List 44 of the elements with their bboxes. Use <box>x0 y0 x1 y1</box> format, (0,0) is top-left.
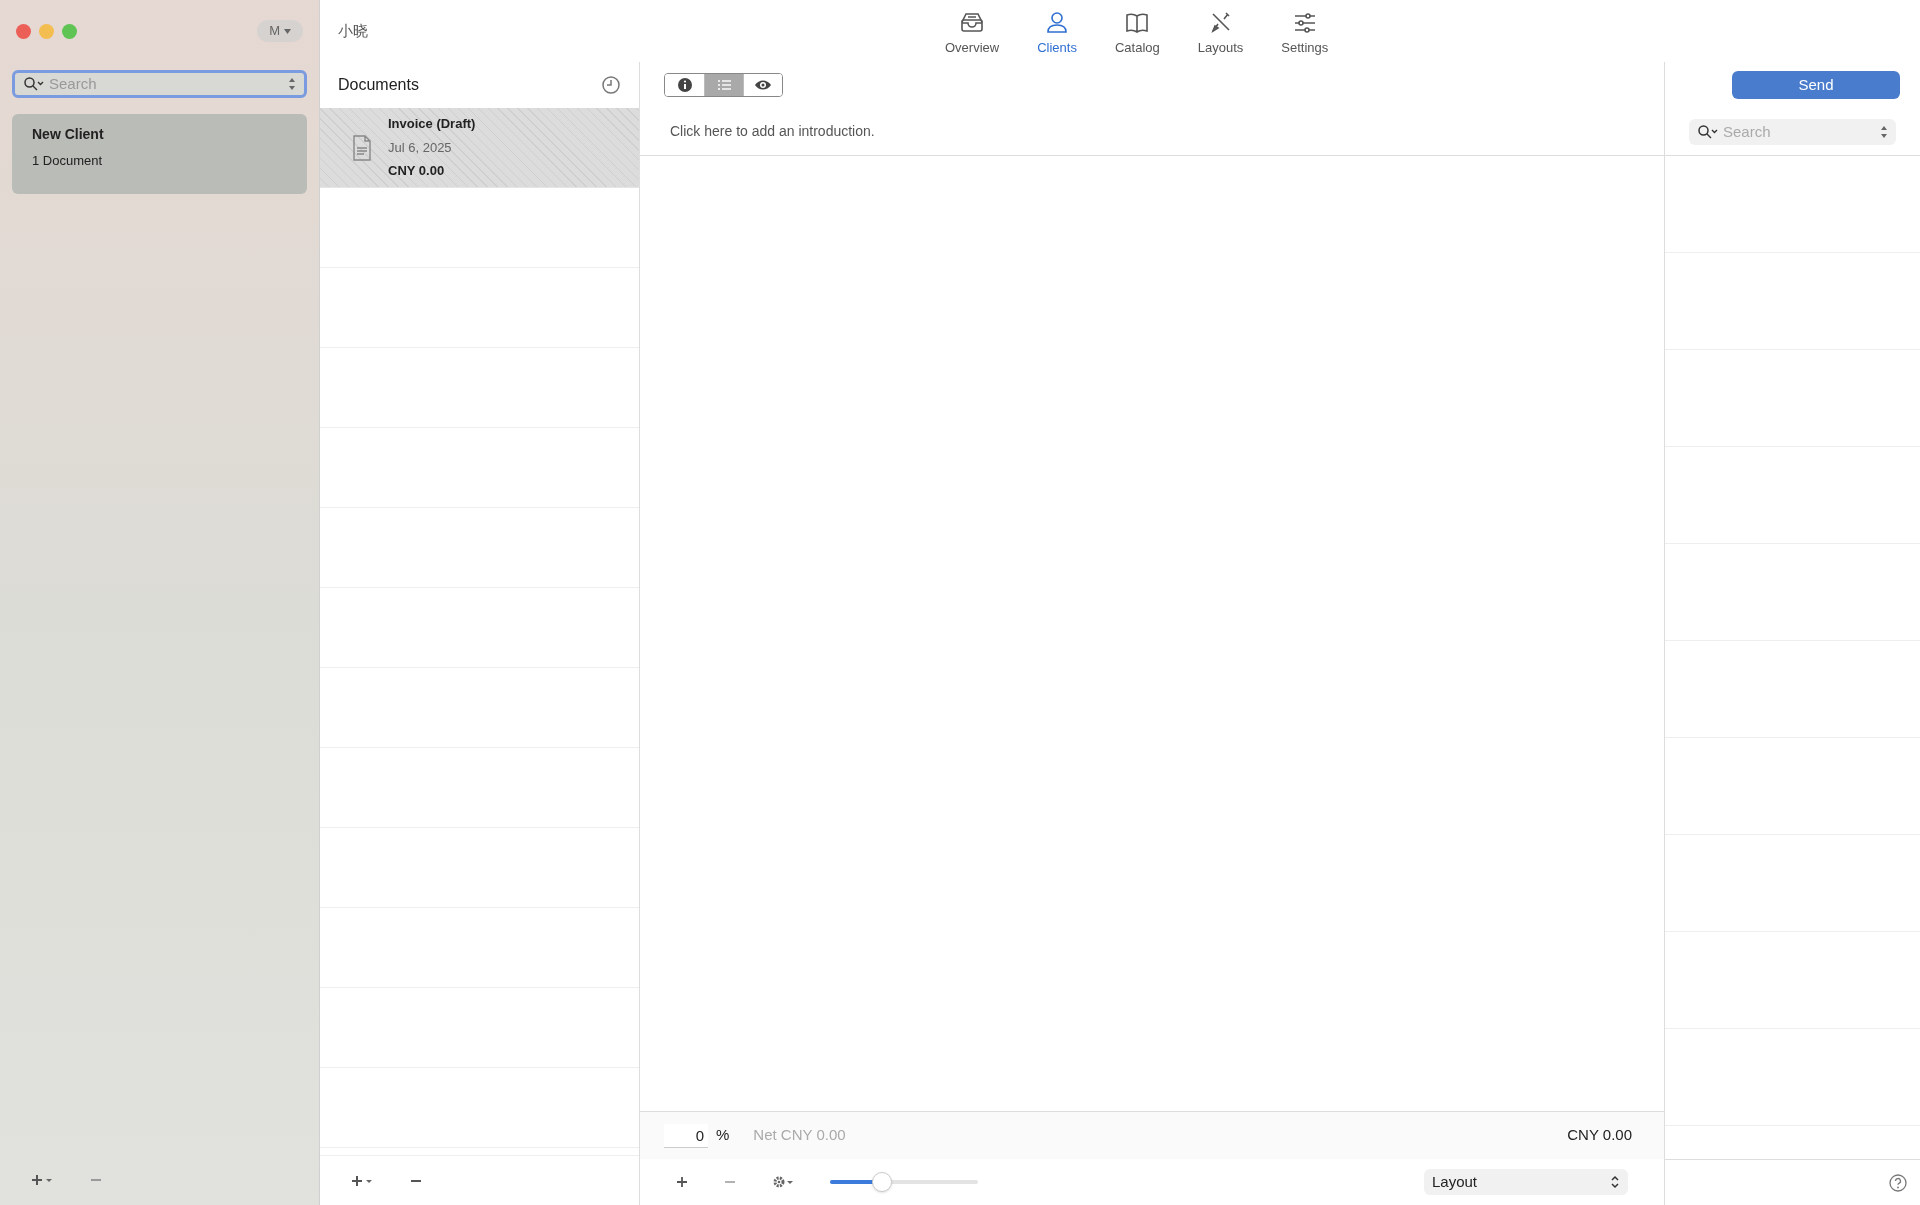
toolbar-tab[interactable]: Catalog <box>1106 10 1168 58</box>
introduction-placeholder[interactable]: Click here to add an introduction. <box>670 121 875 142</box>
client-item[interactable]: New Client 1 Document <box>12 114 307 194</box>
document-amount: CNY 0.00 <box>388 162 446 181</box>
book-icon <box>1124 10 1151 36</box>
document-row[interactable]: Invoice (Draft) Jul 6, 2025 CNY 0.00 <box>320 108 639 188</box>
help-icon[interactable] <box>1888 1172 1908 1193</box>
search-icon <box>23 76 45 92</box>
documents-heading: Documents <box>338 75 419 95</box>
layout-select[interactable]: Layout <box>1424 1169 1628 1195</box>
updown-chevron-icon <box>1610 1175 1620 1189</box>
window-title: 小晓 <box>338 21 368 42</box>
grand-total: CNY 0.00 <box>1567 1125 1633 1146</box>
add-menu-icon[interactable] <box>352 1174 374 1187</box>
list-icon <box>715 77 733 93</box>
catalog-search-field[interactable]: Search <box>1689 119 1896 145</box>
search-input[interactable]: Search <box>49 72 284 96</box>
document-date: Jul 6, 2025 <box>388 138 453 157</box>
toolbar-tab[interactable]: Layouts <box>1189 10 1252 58</box>
slider-thumb[interactable] <box>871 1172 892 1192</box>
document-title: Invoice (Draft) <box>388 115 476 134</box>
search-field[interactable]: Search <box>12 70 307 98</box>
toolbar-tab[interactable]: Settings <box>1273 10 1337 58</box>
clock-icon[interactable] <box>601 75 621 95</box>
account-menu-button[interactable]: M <box>257 20 303 42</box>
caret-icon <box>284 28 291 34</box>
add-icon[interactable] <box>676 1176 688 1188</box>
document-icon <box>352 134 372 161</box>
view-mode-tab[interactable] <box>743 74 782 96</box>
info-icon <box>675 77 694 93</box>
send-button[interactable]: Send <box>1732 71 1900 99</box>
stepper-icon <box>1880 125 1888 139</box>
search-icon <box>1697 124 1719 140</box>
search-input[interactable]: Search <box>1723 120 1876 144</box>
toolbar-tab[interactable]: Clients <box>1029 10 1085 58</box>
toolbar-tab[interactable]: Overview <box>937 10 1008 58</box>
zoom-slider[interactable] <box>830 1172 978 1192</box>
close-window-button[interactable] <box>16 23 31 39</box>
stepper-icon <box>288 77 296 91</box>
add-menu-icon[interactable] <box>32 1174 54 1186</box>
gear-menu-icon[interactable] <box>772 1175 794 1189</box>
percent-label: % <box>716 1125 730 1146</box>
net-total: Net CNY 0.00 <box>753 1125 846 1146</box>
discount-field[interactable]: 0 <box>664 1123 708 1148</box>
